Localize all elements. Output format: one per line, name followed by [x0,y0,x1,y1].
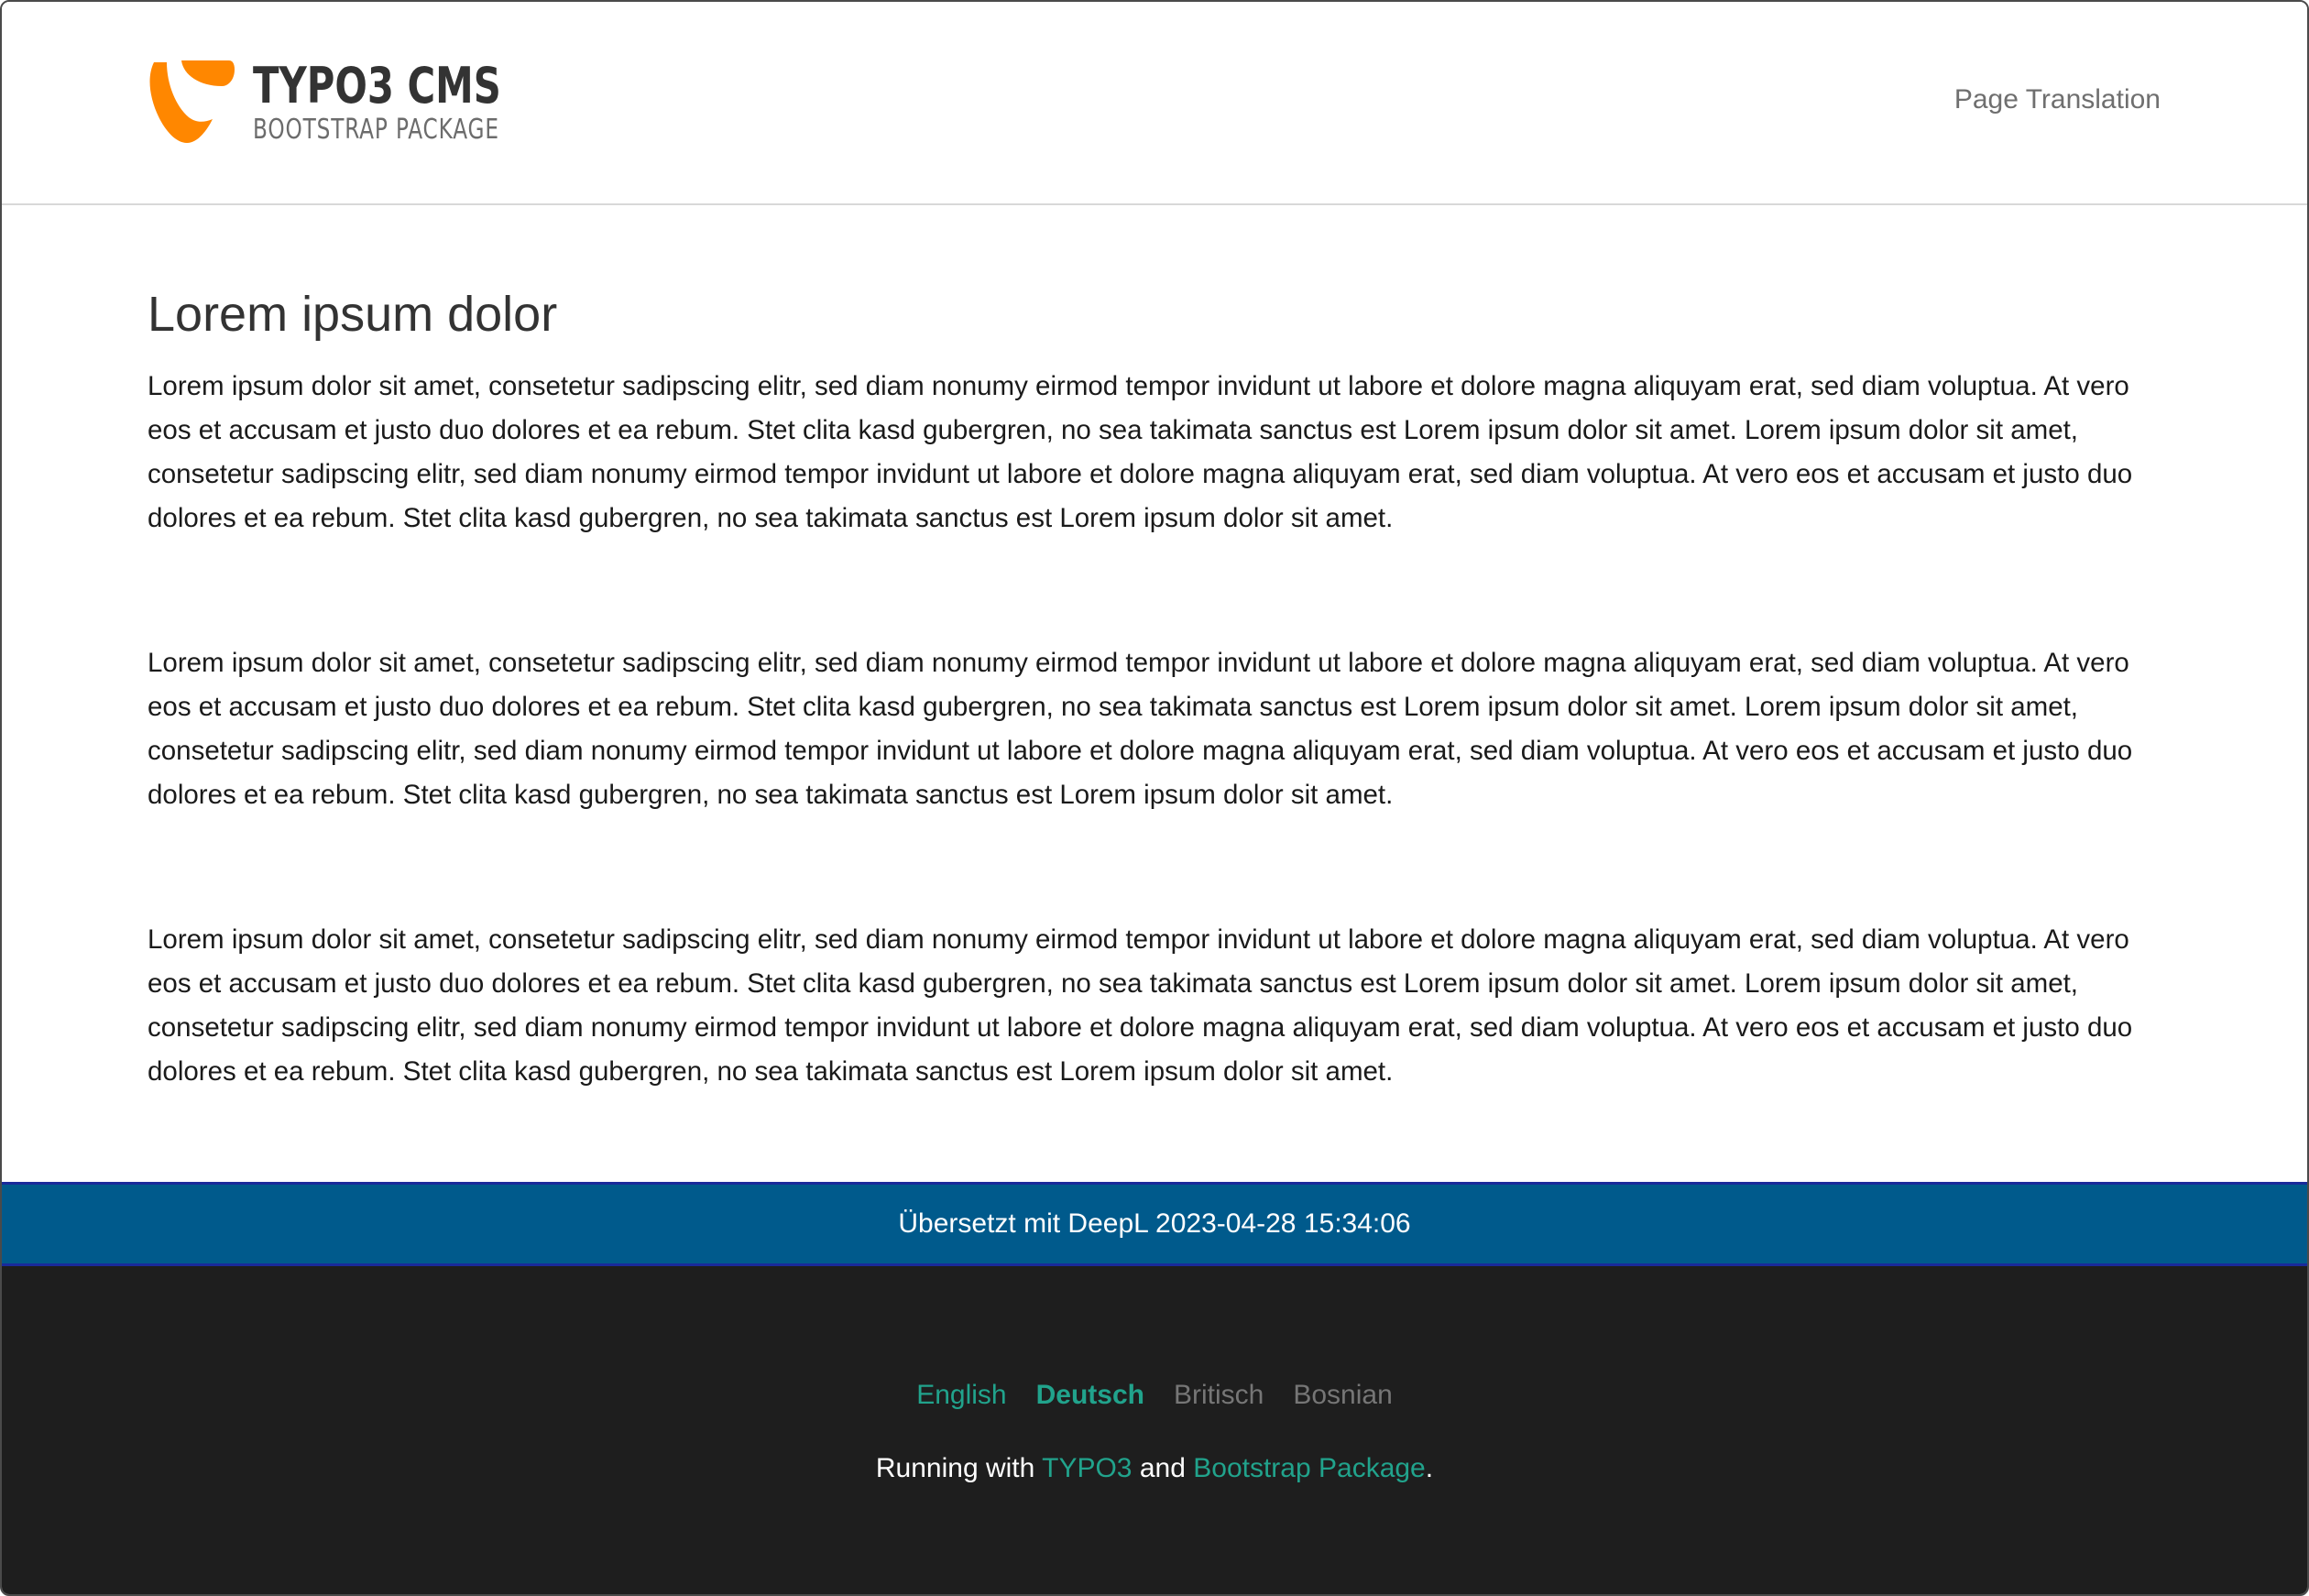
logo-subtitle: BOOTSTRAP PACKAGE [253,114,499,146]
site-header: TYPO3 CMS BOOTSTRAP PACKAGE Page Transla… [2,2,2307,205]
language-menu: English Deutsch Britisch Bosnian [2,1380,2307,1411]
translation-notice-text: Übersetzt mit DeepL 2023-04-28 15:34:06 [898,1208,1411,1239]
typo3-logo-icon [149,60,235,143]
logo-title: TYPO3 CMS [253,57,501,115]
credits-prefix: Running with [875,1453,1035,1483]
nav-item-page-translation[interactable]: Page Translation [1954,84,2161,115]
language-britisch: Britisch [1173,1380,1264,1410]
logo-wordmark: TYPO3 CMS BOOTSTRAP PACKAGE [253,59,542,147]
credits-suffix: . [1425,1453,1434,1483]
typo3-link[interactable]: TYPO3 [1042,1453,1132,1483]
site-logo[interactable]: TYPO3 CMS BOOTSTRAP PACKAGE [147,59,542,147]
language-english[interactable]: English [916,1380,1006,1411]
content-paragraph-3: Lorem ipsum dolor sit amet, consetetur s… [148,924,2133,1087]
bootstrap-package-link[interactable]: Bootstrap Package [1193,1453,1426,1483]
content-paragraph-1: Lorem ipsum dolor sit amet, consetetur s… [148,371,2133,533]
browser-viewport: TYPO3 CMS BOOTSTRAP PACKAGE Page Transla… [0,0,2309,1596]
footer-credits: Running with TYPO3 and Bootstrap Package… [2,1453,2307,1484]
translation-notice-bar: Übersetzt mit DeepL 2023-04-28 15:34:06 [2,1182,2307,1266]
credits-conjunction: and [1139,1453,1186,1483]
language-bosnian: Bosnian [1293,1380,1393,1410]
content-paragraph-2: Lorem ipsum dolor sit amet, consetetur s… [148,648,2133,810]
site-footer: English Deutsch Britisch Bosnian Running… [2,1266,2307,1594]
language-deutsch[interactable]: Deutsch [1036,1380,1144,1411]
main-content: Lorem ipsum dolor Lorem ipsum dolor sit … [148,205,2163,1094]
page-title: Lorem ipsum dolor [148,287,558,342]
